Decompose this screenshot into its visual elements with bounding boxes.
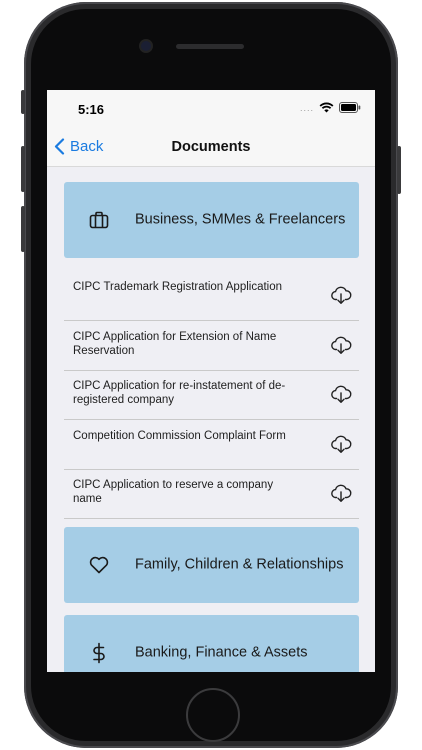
- cloud-download-icon[interactable]: [330, 483, 352, 503]
- document-title: Competition Commission Complaint Form: [73, 430, 286, 442]
- cloud-download-icon[interactable]: [330, 434, 352, 454]
- signal-dots: ....: [299, 102, 314, 113]
- category-family[interactable]: Family, Children & Relationships: [64, 527, 359, 603]
- app-screen: 5:16 .... Back Documents Business, SMMes…: [47, 90, 375, 672]
- document-title: CIPC Application for Extension of Name R…: [73, 331, 277, 357]
- power-button: [397, 146, 401, 194]
- status-bar: 5:16 ....: [47, 90, 375, 126]
- category-title: Business, SMMes & Freelancers: [135, 211, 346, 228]
- wifi-icon: [319, 102, 334, 113]
- home-button[interactable]: [186, 688, 240, 742]
- heart-icon: [89, 556, 109, 574]
- navigation-bar: Back Documents: [47, 126, 375, 167]
- briefcase-icon: [89, 211, 109, 229]
- category-title: Banking, Finance & Assets: [135, 644, 308, 661]
- document-title: CIPC Application for re-instatement of d…: [73, 380, 286, 406]
- status-time: 5:16: [78, 102, 105, 117]
- volume-down-button: [21, 206, 25, 252]
- volume-up-button: [21, 146, 25, 192]
- document-row[interactable]: CIPC Application to reserve a company na…: [64, 469, 359, 519]
- cloud-download-icon[interactable]: [330, 285, 352, 305]
- category-title: Family, Children & Relationships: [135, 556, 344, 573]
- front-camera: [141, 41, 151, 51]
- document-title: CIPC Trademark Registration Application: [73, 281, 283, 293]
- document-title: CIPC Application to reserve a company na…: [73, 479, 274, 505]
- battery-icon: [339, 102, 361, 113]
- document-row[interactable]: CIPC Application for Extension of Name R…: [64, 321, 359, 371]
- cloud-download-icon[interactable]: [330, 384, 352, 404]
- status-icons: ....: [300, 102, 361, 113]
- category-business[interactable]: Business, SMMes & Freelancers: [64, 182, 359, 258]
- document-row[interactable]: CIPC Trademark Registration Application: [64, 271, 359, 321]
- document-row[interactable]: CIPC Application for re-instatement of d…: [64, 370, 359, 420]
- cloud-download-icon[interactable]: [330, 335, 352, 355]
- earpiece-speaker: [176, 44, 244, 49]
- page-title: Documents: [171, 139, 251, 155]
- dollar-icon: [93, 642, 105, 664]
- mute-switch: [21, 90, 25, 114]
- category-banking[interactable]: Banking, Finance & Assets: [64, 615, 359, 672]
- document-row[interactable]: Competition Commission Complaint Form: [64, 420, 359, 470]
